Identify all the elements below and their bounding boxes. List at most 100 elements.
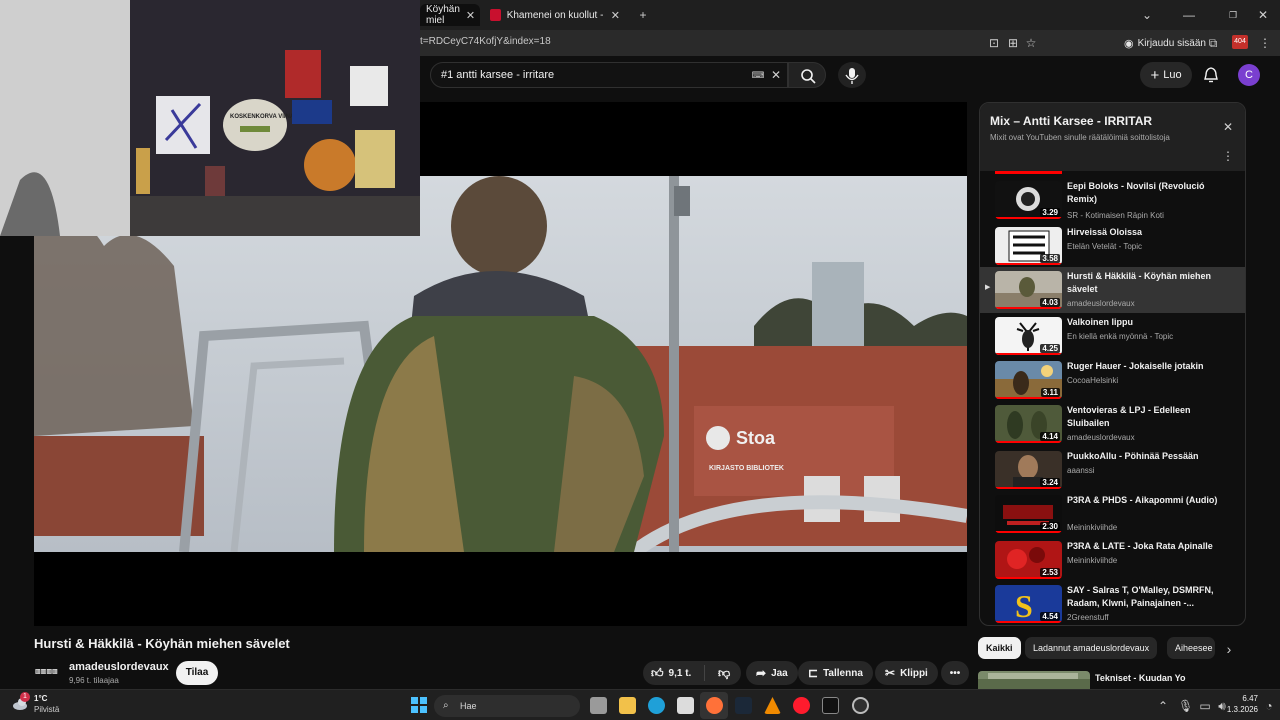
playlist-item-title: Ruger Hauer - Jokaiselle jotakin: [1067, 361, 1204, 371]
playlist-item-title: SAY - Salras T, O'Malley, DSMRFN, Radam,…: [1067, 585, 1214, 608]
duration-badge: 2.53: [1040, 568, 1060, 577]
clock-time[interactable]: 6.47: [1224, 694, 1258, 703]
playlist-panel: Mix – Antti Karsee - IRRITAR Mixit ovat …: [979, 102, 1246, 626]
scissors-icon: ✂: [885, 666, 896, 680]
chevron-right-icon[interactable]: ›: [1222, 642, 1236, 656]
signin-button[interactable]: ◉ Kirjaudu sisään: [1124, 34, 1206, 52]
browser-menu-icon[interactable]: ⋮: [1258, 36, 1272, 50]
playlist-item[interactable]: 3.11 Ruger Hauer - Jokaiselle jotakin Co…: [980, 357, 1245, 403]
duration-badge: 4.54: [1040, 612, 1060, 621]
steam-icon[interactable]: [735, 697, 752, 714]
recommended-thumbnail[interactable]: [978, 671, 1090, 689]
watched-progress-bar: [995, 263, 1062, 265]
share-label: Jaa: [771, 667, 788, 679]
browser-tab-youtube[interactable]: Köyhän miel ✕: [420, 4, 480, 26]
bookmark-star-icon[interactable]: ☆: [1024, 36, 1038, 50]
tray-chevron-icon[interactable]: ⌃: [1156, 699, 1170, 713]
browser-tab-news[interactable]: Khamenei on kuollut - Tämä tie ✕: [484, 4, 626, 26]
channel-name[interactable]: amadeuslordevaux: [69, 661, 169, 673]
playlist-item[interactable]: 3.24 PuukkoAllu - Pöhinää Pessään aaanss…: [980, 447, 1245, 493]
playlist-item[interactable]: 3.29 Eepi Boloks - Novilsi (Revolució Re…: [980, 177, 1245, 223]
voice-search-button[interactable]: [838, 62, 866, 88]
close-tab-icon[interactable]: ✕: [466, 9, 475, 22]
playlist-item[interactable]: 4.25 Valkoinen lippu En kiellä enkä myön…: [980, 313, 1245, 359]
install-app-icon[interactable]: ⊞: [1006, 36, 1020, 50]
channel-logo[interactable]: ▥▥▥▥: [34, 660, 62, 680]
create-button[interactable]: + Luo: [1140, 62, 1192, 88]
firefox-icon[interactable]: [706, 697, 723, 714]
close-playlist-icon[interactable]: ✕: [1221, 120, 1235, 134]
microphone-icon: [845, 68, 859, 84]
terminal-icon[interactable]: [822, 697, 839, 714]
more-actions-button[interactable]: •••: [941, 661, 969, 685]
webcam-overlay: KOSKENKORVA VIINA: [0, 0, 420, 236]
extension-badge-icon[interactable]: 404: [1232, 35, 1248, 49]
vlc-icon[interactable]: [764, 697, 781, 714]
playlist-item[interactable]: 2.53 P3RA & LATE - Joka Rata Apinalle Me…: [980, 537, 1245, 583]
playlist-item[interactable]: 4.14 Ventovieras & LPJ - Edelleen Sluiba…: [980, 401, 1245, 447]
plus-icon: +: [1150, 66, 1160, 84]
screenshot-icon[interactable]: ⊡: [987, 36, 1001, 50]
notification-bell-icon[interactable]: ◔: [1262, 699, 1276, 713]
clip-button[interactable]: ✂ Klippi: [875, 661, 938, 685]
playlist-item[interactable]: S 4.54 SAY - Salras T, O'Malley, DSMRFN,…: [980, 581, 1245, 625]
minimize-icon[interactable]: —: [1182, 8, 1196, 22]
opera-icon[interactable]: [793, 697, 810, 714]
microphone-tray-icon[interactable]: 🎙︎: [1178, 699, 1193, 713]
avatar[interactable]: C: [1238, 64, 1260, 86]
playlist-thumbnail: 4.25: [995, 317, 1062, 355]
like-button[interactable]: 👍︎ 9,1 t.: [643, 665, 705, 681]
close-tab-icon[interactable]: ✕: [611, 9, 620, 22]
search-value: #1 antti karsee - irritare: [441, 69, 555, 81]
clip-label: Klippi: [900, 667, 928, 679]
keyboard-icon[interactable]: ⌨: [751, 68, 765, 82]
url-text[interactable]: t=RDCeyC74KofjY&index=18: [420, 36, 551, 47]
network-icon[interactable]: ▭: [1198, 699, 1212, 713]
chip-all[interactable]: Kaikki: [978, 637, 1021, 659]
dislike-button[interactable]: 👎︎: [710, 666, 730, 681]
clock-date[interactable]: 1.3.2026: [1218, 705, 1258, 714]
extensions-icon[interactable]: ⧉: [1206, 36, 1220, 50]
playlist-thumbnail: 4.03: [995, 271, 1062, 309]
weather-desc[interactable]: Pilvistä: [34, 705, 59, 714]
task-view-icon[interactable]: [590, 697, 607, 714]
store-icon[interactable]: [677, 697, 694, 714]
playlist-item-channel: Meininkiviihde: [1067, 556, 1118, 565]
notifications-bell-icon[interactable]: [1202, 66, 1220, 89]
tab-list-chevron-icon[interactable]: ⌄: [1140, 8, 1154, 22]
search-input[interactable]: #1 antti karsee - irritare ⌨ ✕: [430, 62, 788, 88]
tab-title: Khamenei on kuollut - Tämä tie: [506, 9, 605, 21]
news-favicon-icon: [490, 9, 501, 21]
save-button[interactable]: ⊏ Tallenna: [798, 661, 873, 685]
playlist-item-current[interactable]: ▶ 4.03 Hursti & Häkkilä - Köyhän miehen …: [980, 267, 1245, 313]
duration-badge: 3.29: [1040, 208, 1060, 217]
subscribe-button[interactable]: Tilaa: [176, 661, 218, 685]
duration-badge: 4.25: [1040, 344, 1060, 353]
chip-related[interactable]: Aiheesee: [1167, 637, 1215, 659]
thumbs-up-icon: 👍︎: [651, 665, 664, 680]
playlist-thumbnail: 4.14: [995, 405, 1062, 443]
share-button[interactable]: ➦ Jaa: [746, 661, 798, 685]
close-window-icon[interactable]: ✕: [1256, 8, 1270, 22]
restore-icon[interactable]: ❐: [1226, 8, 1240, 22]
signin-label: Kirjaudu sisään: [1137, 37, 1206, 49]
taskbar-search[interactable]: ⌕ Hae: [434, 695, 580, 717]
playlist-subtitle: Mixit ovat YouTuben sinulle räätälöimiä …: [990, 133, 1170, 142]
file-explorer-icon[interactable]: [619, 697, 636, 714]
edge-browser-icon[interactable]: [648, 697, 665, 714]
new-tab-icon[interactable]: +: [636, 8, 650, 22]
playlist-menu-icon[interactable]: ⋮: [1221, 149, 1235, 163]
weather-temp[interactable]: 1°C: [34, 694, 47, 703]
channel-subscribers: 9,96 t. tilaajaa: [69, 676, 119, 685]
duration-badge: 3.58: [1040, 254, 1060, 263]
playlist-item[interactable]: 2.30 P3RA & PHDS - Aikapommi (Audio) Mei…: [980, 491, 1245, 537]
chip-uploaded-by[interactable]: Ladannut amadeuslordevaux: [1025, 637, 1158, 659]
windows-start-icon[interactable]: [411, 697, 427, 713]
search-button[interactable]: [788, 62, 826, 88]
duration-badge: 3.24: [1040, 478, 1060, 487]
playlist-item[interactable]: 3.58 Hirveissä Oloissa Etelän Vetelät - …: [980, 223, 1245, 269]
clear-search-icon[interactable]: ✕: [769, 68, 783, 82]
playlist-title[interactable]: Mix – Antti Karsee - IRRITAR: [990, 114, 1152, 128]
recommended-title[interactable]: Tekniset - Kuudan Yo: [1095, 673, 1186, 683]
settings-gear-icon[interactable]: [852, 697, 869, 714]
